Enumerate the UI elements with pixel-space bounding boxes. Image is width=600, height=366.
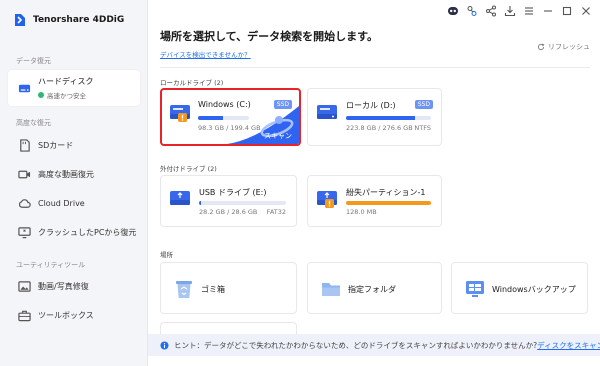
tools-icon[interactable] [466, 5, 478, 17]
section-label-data-recovery: データ復元 [16, 57, 51, 65]
location-card-windows-backup[interactable]: Windowsバックアップ [451, 262, 588, 314]
windows-backup-icon [466, 281, 484, 297]
warning-icon [178, 113, 187, 122]
drive-name: ローカル (D:) [346, 101, 396, 110]
menu-icon[interactable] [523, 5, 535, 17]
recycle-bin-icon [176, 281, 192, 298]
drive-name: USB ドライブ (E:) [199, 188, 267, 197]
drive-usage-fill [346, 201, 431, 205]
toolbox-icon [18, 310, 31, 321]
hard-disk-icon [18, 84, 31, 92]
drive-card-local-d[interactable]: ローカル (D:) SSD 223.8 GB / 276.6 GB NTFS [307, 88, 442, 146]
download-icon[interactable] [504, 5, 516, 17]
share-icon[interactable] [485, 5, 497, 17]
location-card-recycle-bin[interactable]: ゴミ箱 [160, 262, 297, 314]
safe-status-icon [38, 92, 44, 98]
assistant-icon[interactable] [447, 5, 459, 17]
refresh-button[interactable]: リフレッシュ [537, 42, 590, 52]
drive-filesystem: NTFS [414, 124, 431, 132]
sidebar-item-label: クラッシュしたPCから復元 [38, 227, 137, 237]
location-name: Windowsバックアップ [492, 285, 576, 294]
app-window: Tenorshare 4DDiG データ復元 ハードディスク 高速かつ安全 高度… [0, 0, 600, 366]
video-icon [18, 170, 31, 178]
drive-card-windows-c[interactable]: Windows (C:) SSD 98.3 GB / 199.4 GB スキャン [160, 88, 301, 146]
group-label-location: 場所 [160, 251, 173, 259]
minimize-icon[interactable] [542, 5, 554, 17]
sidebar-item-video[interactable]: 高度な動画復元 [8, 160, 140, 188]
section-label-advanced: 高度な復元 [16, 119, 51, 127]
warning-icon [325, 199, 334, 208]
sidebar-item-label: 動画/写真修復 [38, 281, 89, 291]
drive-usage-bar [346, 116, 431, 120]
sidebar-item-label: Cloud Drive [38, 198, 85, 208]
sidebar: Tenorshare 4DDiG データ復元 ハードディスク 高速かつ安全 高度… [0, 0, 148, 366]
detect-device-link[interactable]: デバイスを検出できませんか？ [160, 49, 251, 59]
location-name: ゴミ箱 [201, 285, 225, 294]
sidebar-item-toolbox[interactable]: ツールボックス [8, 301, 140, 329]
drive-usage-fill [199, 201, 201, 205]
sidebar-item-hard-disk[interactable]: ハードディスク 高速かつ安全 [8, 70, 140, 106]
page-title: 場所を選択して、データ検索を開始します。 [160, 30, 379, 43]
sidebar-item-label: 高度な動画復元 [38, 169, 94, 179]
sidebar-item-sd-card[interactable]: SDカード [8, 131, 140, 159]
usb-drive-icon [170, 191, 190, 205]
refresh-label: リフレッシュ [548, 43, 590, 51]
drive-type-badge: SSD [414, 100, 433, 109]
drive-usage-bar [199, 201, 286, 205]
drive-card-lost-partition[interactable]: 紛失パーティション-1 128.0 MB [307, 175, 442, 227]
sd-card-icon [20, 138, 30, 152]
cloud-icon [18, 198, 31, 208]
app-logo: Tenorshare 4DDiG [12, 12, 124, 28]
scan-disk-link[interactable]: ディスクをスキャンする [537, 340, 600, 351]
status-badge: 高速かつ安全 [38, 90, 93, 100]
location-card-folder[interactable]: 指定フォルダ [307, 262, 442, 314]
title-bar-controls [440, 5, 592, 17]
drive-usage-fill [346, 116, 415, 120]
drive-name: 紛失パーティション-1 [346, 188, 426, 197]
scan-button[interactable]: スキャン [264, 131, 292, 141]
close-icon[interactable] [580, 5, 592, 17]
hint-bar: ヒント：データがどこで失われたかわからないため、どのドライブをスキャンすればよい… [148, 334, 600, 356]
status-text: 高速かつ安全 [47, 92, 86, 100]
sidebar-item-photo-repair[interactable]: 動画/写真修復 [8, 272, 140, 300]
crashed-pc-icon [18, 226, 31, 238]
location-name: 指定フォルダ [348, 285, 396, 294]
drive-filesystem: FAT32 [266, 208, 286, 216]
sidebar-item-cloud-drive[interactable]: Cloud Drive [8, 189, 140, 217]
maximize-icon[interactable] [561, 5, 573, 17]
folder-icon [322, 283, 340, 296]
refresh-icon [537, 43, 545, 51]
drive-usage-bar [346, 201, 431, 205]
drive-card-usb-e[interactable]: USB ドライブ (E:) 28.2 GB / 28.6 GB FAT32 [160, 175, 297, 227]
drive-size: 128.0 MB [346, 208, 377, 216]
drive-size: 28.2 GB / 28.6 GB [199, 208, 258, 216]
divider [160, 67, 590, 68]
main-panel: 場所を選択して、データ検索を開始します。 デバイスを検出できませんか？ リフレッ… [148, 0, 600, 366]
logo-icon [15, 14, 25, 26]
group-label-external: 外付けドライブ (2) [160, 165, 217, 173]
drive-usage-fill [198, 116, 223, 120]
app-title: Tenorshare 4DDiG [33, 15, 125, 25]
group-label-local: ローカルドライブ (2) [160, 79, 224, 87]
hint-text: ヒント：データがどこで失われたかわからないため、どのドライブをスキャンすればよい… [174, 340, 538, 350]
sidebar-item-label: ハードディスク [38, 77, 94, 86]
drive-size: 223.8 GB / 276.6 GB [346, 124, 413, 132]
hard-drive-icon [317, 105, 337, 119]
sidebar-item-label: ツールボックス [38, 310, 94, 320]
sidebar-item-crashed-pc[interactable]: クラッシュしたPCから復元 [8, 218, 140, 246]
photo-repair-icon [18, 280, 31, 292]
sidebar-item-label: SDカード [38, 140, 74, 150]
info-icon [160, 340, 169, 350]
section-label-utility: ユーティリティツール [16, 261, 86, 269]
